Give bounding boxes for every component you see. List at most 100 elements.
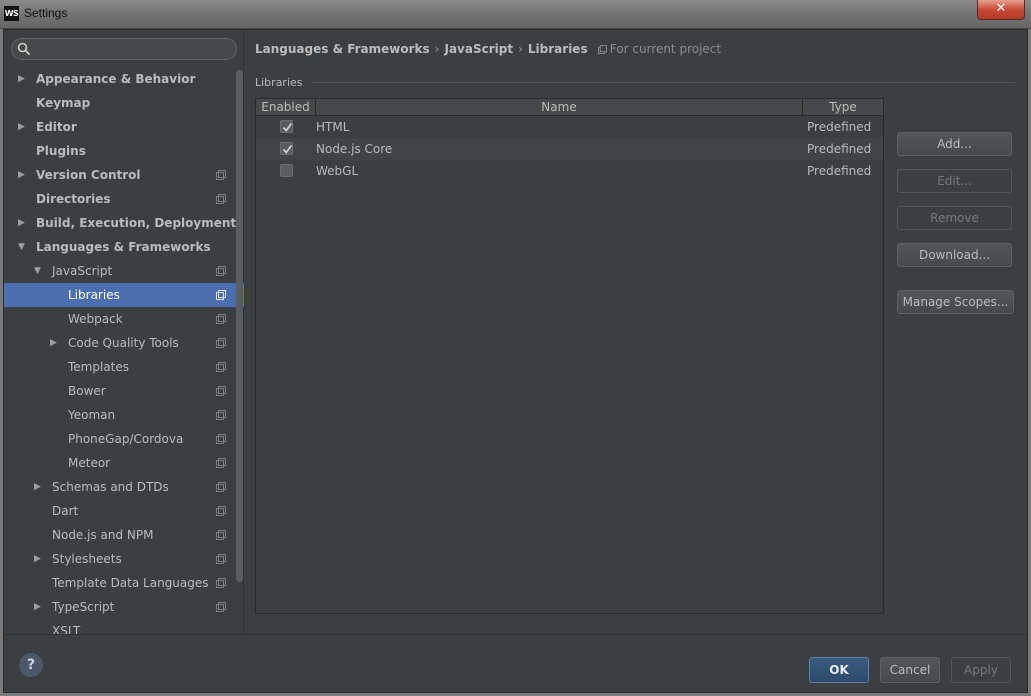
sidebar-item[interactable]: ▶ Version Control xyxy=(4,163,244,187)
expand-right-icon[interactable]: ▶ xyxy=(34,547,41,571)
checkmark-icon xyxy=(282,122,293,132)
breadcrumb-separator: › xyxy=(434,42,440,56)
sidebar-item-label: Yeoman xyxy=(68,408,116,422)
window-title: Settings xyxy=(24,6,68,20)
remove-button[interactable]: Remove xyxy=(897,206,1012,230)
project-scope-icon xyxy=(216,338,226,348)
apply-button[interactable]: Apply xyxy=(951,657,1011,683)
sidebar-item-label: JavaScript xyxy=(52,264,113,278)
expand-down-icon[interactable]: ▼ xyxy=(34,259,41,283)
sidebar-item[interactable]: ▶ Stylesheets xyxy=(4,547,244,571)
settings-search-input[interactable] xyxy=(11,38,237,60)
project-scope-icon xyxy=(216,554,226,564)
sidebar-item-label: Template Data Languages xyxy=(52,576,209,590)
table-row[interactable]: HTML Predefined xyxy=(256,116,883,138)
add-button[interactable]: Add... xyxy=(897,132,1012,156)
sidebar-item[interactable]: Meteor xyxy=(4,451,244,475)
edit-button[interactable]: Edit... xyxy=(897,169,1012,193)
scope-label: For current project xyxy=(609,42,722,56)
column-header-type[interactable]: Type xyxy=(803,99,883,115)
column-header-name[interactable]: Name xyxy=(316,99,803,115)
enabled-checkbox[interactable] xyxy=(280,142,293,155)
project-scope-icon xyxy=(216,458,226,468)
project-scope-icon xyxy=(216,410,226,420)
sidebar-item[interactable]: Template Data Languages xyxy=(4,571,244,595)
sidebar-item-label: Version Control xyxy=(36,168,141,182)
library-type: Predefined xyxy=(807,164,872,178)
sidebar-item-label: PhoneGap/Cordova xyxy=(68,432,184,446)
sidebar-item-label: Node.js and NPM xyxy=(52,528,154,542)
sidebar-item[interactable]: ▼ JavaScript xyxy=(4,259,244,283)
sidebar-item[interactable]: ▶ Editor xyxy=(4,115,244,139)
enabled-checkbox[interactable] xyxy=(280,164,293,177)
expand-down-icon[interactable]: ▼ xyxy=(18,235,25,259)
sidebar-scrollbar-thumb[interactable] xyxy=(236,70,243,582)
sidebar-item-label: Bower xyxy=(68,384,106,398)
library-name: HTML xyxy=(316,120,350,134)
sidebar-item-label: Code Quality Tools xyxy=(68,336,179,350)
sidebar-item[interactable]: Plugins xyxy=(4,139,244,163)
project-scope-icon xyxy=(216,386,226,396)
sidebar-item[interactable]: Bower xyxy=(4,379,244,403)
settings-tree: ▶ Appearance & Behavior Keymap ▶ Editor Plugi… xyxy=(4,67,244,643)
search-icon xyxy=(17,42,31,56)
project-scope-icon xyxy=(216,434,226,444)
table-row[interactable]: WebGL Predefined xyxy=(256,160,883,182)
window-close-button[interactable]: ✕ xyxy=(977,0,1025,20)
main-panel: Languages & Frameworks › JavaScript › Librar… xyxy=(245,30,1029,634)
project-scope-icon xyxy=(597,45,607,54)
sidebar-item-label: Directories xyxy=(36,192,111,206)
expand-right-icon[interactable]: ▶ xyxy=(18,163,25,187)
settings-dialog: ▶ Appearance & Behavior Keymap ▶ Editor Plugi… xyxy=(3,29,1028,693)
sidebar-item-label: Keymap xyxy=(36,96,91,110)
dialog-footer: ? OK Cancel Apply xyxy=(4,634,1027,692)
sidebar-item-label: Appearance & Behavior xyxy=(36,72,196,86)
sidebar-item-label: Languages & Frameworks xyxy=(36,240,211,254)
title-bar: WS Settings ✕ xyxy=(0,0,1031,29)
breadcrumb-separator: › xyxy=(518,42,523,56)
sidebar-item[interactable]: ▶ Appearance & Behavior xyxy=(4,67,244,91)
sidebar-item[interactable]: Directories xyxy=(4,187,244,211)
expand-right-icon[interactable]: ▶ xyxy=(50,331,57,355)
project-scope-icon xyxy=(216,506,226,516)
expand-right-icon[interactable]: ▶ xyxy=(34,595,41,619)
settings-sidebar: ▶ Appearance & Behavior Keymap ▶ Editor Plugi… xyxy=(4,30,244,638)
sidebar-item-label: Webpack xyxy=(68,312,123,326)
sidebar-item[interactable]: Libraries xyxy=(4,283,244,307)
sidebar-item[interactable]: ▶ TypeScript xyxy=(4,595,244,619)
sidebar-item[interactable]: Node.js and NPM xyxy=(4,523,244,547)
checkmark-icon xyxy=(282,144,293,154)
sidebar-item-label: Libraries xyxy=(68,288,120,302)
ok-button[interactable]: OK xyxy=(809,657,869,683)
project-scope-icon xyxy=(216,578,226,588)
libraries-section-label: Libraries xyxy=(255,76,303,89)
sidebar-item-label: Build, Execution, Deployment xyxy=(36,216,237,230)
sidebar-item[interactable]: ▼ Languages & Frameworks xyxy=(4,235,244,259)
download-button[interactable]: Download... xyxy=(897,243,1012,267)
sidebar-item-label: TypeScript xyxy=(52,600,115,614)
help-icon[interactable]: ? xyxy=(19,653,43,677)
manage-scopes-button[interactable]: Manage Scopes... xyxy=(897,290,1014,314)
expand-right-icon[interactable]: ▶ xyxy=(18,211,25,235)
sidebar-item[interactable]: ▶ Build, Execution, Deployment xyxy=(4,211,244,235)
expand-right-icon[interactable]: ▶ xyxy=(34,475,41,499)
sidebar-item[interactable]: Dart xyxy=(4,499,244,523)
sidebar-item[interactable]: PhoneGap/Cordova xyxy=(4,427,244,451)
sidebar-item-label: Stylesheets xyxy=(52,552,122,566)
sidebar-item[interactable]: ▶ Code Quality Tools xyxy=(4,331,244,355)
expand-right-icon[interactable]: ▶ xyxy=(18,115,25,139)
project-scope-icon xyxy=(216,290,226,300)
sidebar-item[interactable]: Templates xyxy=(4,355,244,379)
enabled-checkbox[interactable] xyxy=(280,120,293,133)
sidebar-item-label: Editor xyxy=(36,120,77,134)
sidebar-item[interactable]: Keymap xyxy=(4,91,244,115)
cancel-button[interactable]: Cancel xyxy=(880,657,940,683)
sidebar-item[interactable]: Yeoman xyxy=(4,403,244,427)
sidebar-item[interactable]: ▶ Schemas and DTDs xyxy=(4,475,244,499)
table-row[interactable]: Node.js Core Predefined xyxy=(256,138,883,160)
project-scope-icon xyxy=(216,314,226,324)
sidebar-item[interactable]: Webpack xyxy=(4,307,244,331)
expand-right-icon[interactable]: ▶ xyxy=(18,67,25,91)
column-header-enabled[interactable]: Enabled xyxy=(256,99,316,115)
project-scope-icon xyxy=(216,482,226,492)
